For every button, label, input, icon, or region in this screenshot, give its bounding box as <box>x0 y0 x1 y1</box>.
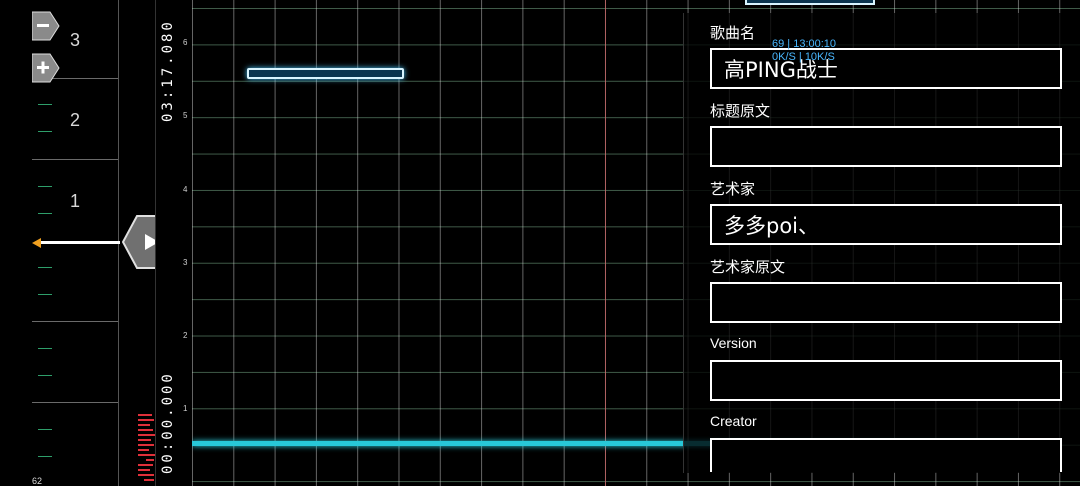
status-line-2: 0K/S | 10K/S <box>772 51 835 63</box>
beat-tick <box>38 456 52 457</box>
beat-tick <box>38 348 52 349</box>
title-original-label: 标题原文 <box>710 103 771 120</box>
creator-label: Creator <box>710 413 757 429</box>
status-overlay: 69 | 13:00:10 0K/S | 10K/S <box>772 38 836 64</box>
artist-input[interactable]: 多多poi、 <box>710 204 1062 245</box>
beat-tick <box>38 186 52 187</box>
measure-divider <box>32 159 118 160</box>
lane-number: 2 <box>183 331 188 340</box>
lane-number: 5 <box>183 111 188 120</box>
artist-value: 多多poi、 <box>724 213 820 238</box>
lane-number: 6 <box>183 38 188 47</box>
beat-tick <box>38 267 52 268</box>
measure-number: 3 <box>70 30 81 50</box>
artist-original-input[interactable] <box>710 282 1062 323</box>
playhead-line[interactable] <box>38 241 120 244</box>
hold-note[interactable] <box>247 68 404 79</box>
beat-tick <box>38 294 52 295</box>
minus-icon <box>32 11 60 41</box>
lane-number: 3 <box>183 258 188 267</box>
artist-original-label: 艺术家原文 <box>710 259 786 276</box>
lane-number: 4 <box>183 185 188 194</box>
song-name-input[interactable]: 高PING战士 <box>710 48 1062 89</box>
status-line-1: 69 | 13:00:10 <box>772 38 837 50</box>
version-label: Version <box>710 335 757 351</box>
zoom-in-button[interactable] <box>32 52 60 84</box>
artist-label: 艺术家 <box>710 181 756 198</box>
zoom-out-button[interactable] <box>32 10 60 42</box>
playhead-marker[interactable] <box>32 238 41 248</box>
beat-tick <box>38 104 52 105</box>
beat-tick <box>38 375 52 376</box>
song-name-label: 歌曲名 <box>710 25 756 42</box>
measure-divider <box>32 402 118 403</box>
start-time-label: 00:00.000 <box>160 371 176 474</box>
measure-divider <box>32 321 118 322</box>
center-guide-line <box>605 0 606 486</box>
plus-icon <box>32 53 60 83</box>
beat-tick <box>38 131 52 132</box>
measure-number: 1 <box>70 191 81 211</box>
hold-note-top[interactable] <box>745 0 875 5</box>
title-original-input[interactable] <box>710 126 1062 167</box>
creator-input[interactable] <box>710 438 1062 472</box>
beat-tick <box>38 429 52 430</box>
version-input[interactable] <box>710 360 1062 401</box>
end-time-label: 03:17.080 <box>160 19 176 122</box>
ruler-corner-value: 62 <box>32 476 43 486</box>
beat-tick <box>38 213 52 214</box>
measure-number: 2 <box>70 110 81 130</box>
lane-number: 1 <box>183 404 188 413</box>
